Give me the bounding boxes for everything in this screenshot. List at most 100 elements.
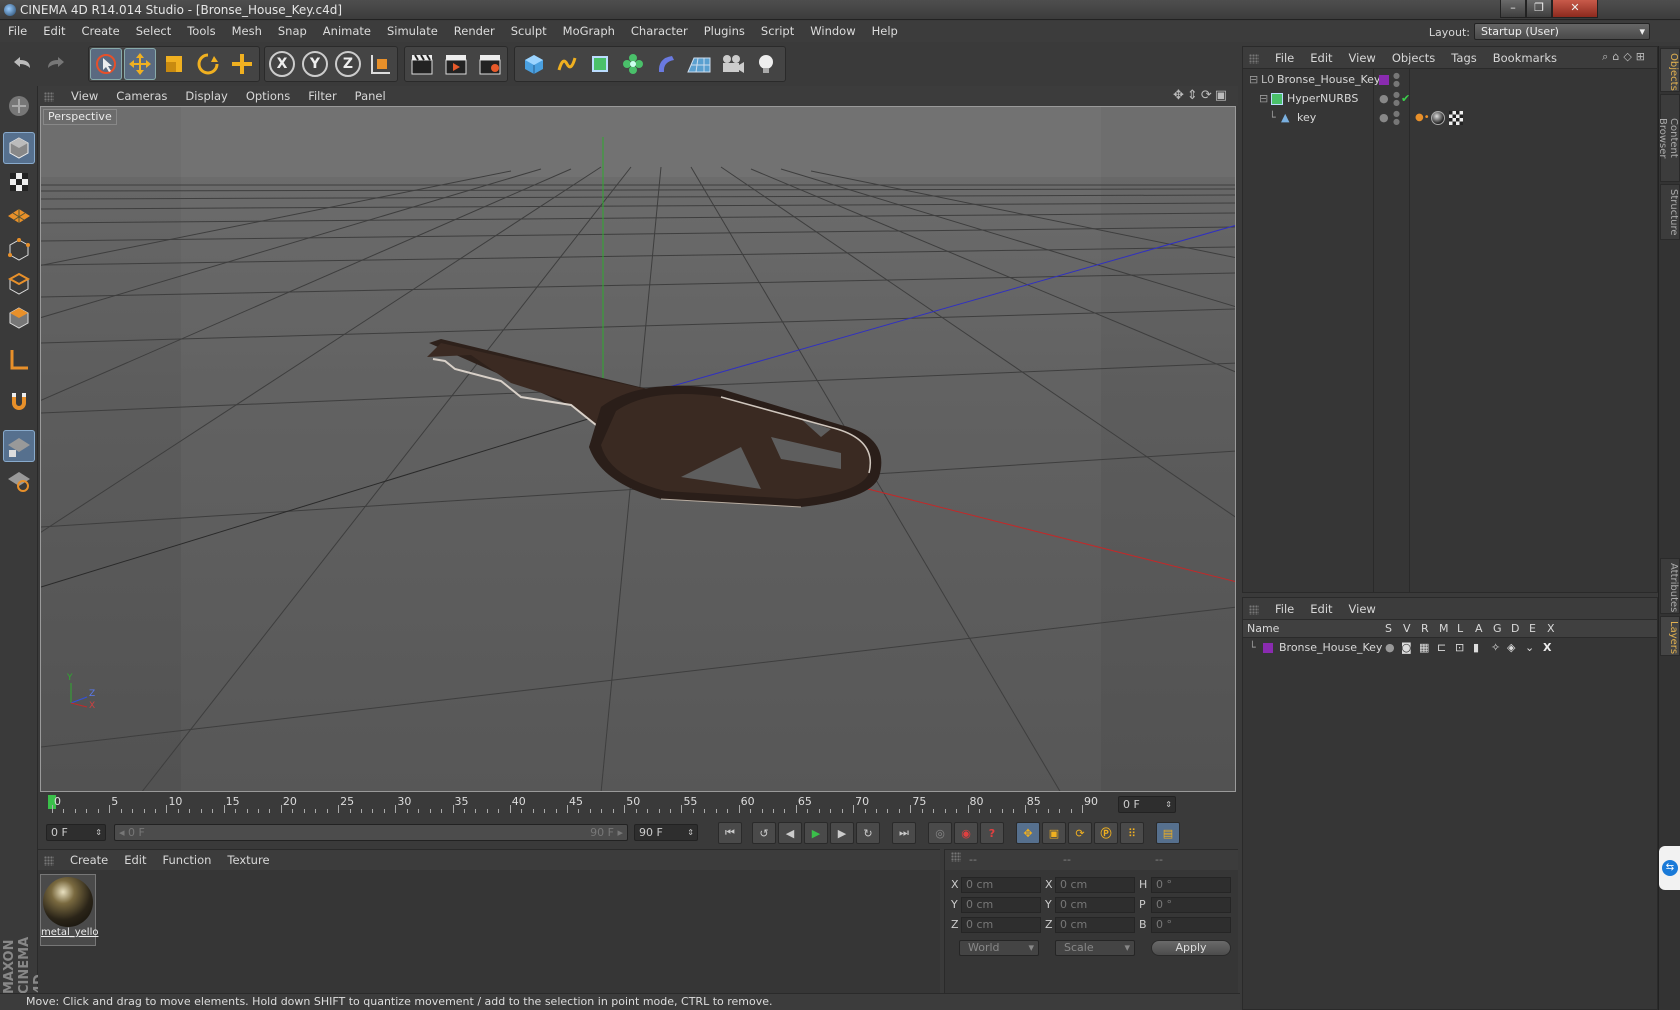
go-to-start-button[interactable]: ⏮	[718, 822, 742, 844]
search-icon[interactable]: ⌕	[1602, 50, 1612, 63]
key-scale-button[interactable]: ▣	[1042, 822, 1066, 844]
menu-animate[interactable]: Animate	[315, 21, 379, 42]
workplane-mode-button[interactable]	[3, 200, 35, 232]
tab-structure[interactable]: Structure	[1660, 184, 1680, 240]
generator-icon[interactable]: ✧	[1491, 638, 1500, 658]
object-menu-bookmarks[interactable]: Bookmarks	[1485, 47, 1565, 69]
object-menu-objects[interactable]: Objects	[1384, 47, 1443, 69]
menu-window[interactable]: Window	[802, 21, 863, 42]
material-menu-create[interactable]: Create	[62, 850, 116, 870]
col-animation[interactable]: A	[1475, 620, 1483, 638]
menu-render[interactable]: Render	[446, 21, 503, 42]
edges-mode-button[interactable]	[3, 268, 35, 300]
enabled-check-icon[interactable]: ✔	[1401, 89, 1410, 109]
transform-mode-dropdown[interactable]: Scale ▾	[1055, 940, 1135, 956]
make-editable-button[interactable]	[3, 90, 35, 122]
go-to-next-key-button[interactable]: ↻	[856, 822, 880, 844]
render-clapper-icon[interactable]: ▦	[1419, 638, 1429, 658]
points-mode-button[interactable]	[3, 234, 35, 266]
tree-collapse-icon[interactable]: ⊟	[1259, 89, 1268, 109]
material-tag-icon[interactable]	[1431, 111, 1445, 125]
object-menu-view[interactable]: View	[1341, 47, 1384, 69]
rot-h-field[interactable]: 0 °	[1151, 877, 1231, 893]
menu-mesh[interactable]: Mesh	[224, 21, 270, 42]
add-array-button[interactable]	[617, 48, 649, 80]
pos-z-field[interactable]: 0 cm	[961, 917, 1041, 933]
scale-tool-button[interactable]	[158, 48, 190, 80]
render-picture-viewer-button[interactable]	[440, 48, 472, 80]
menu-help[interactable]: Help	[864, 21, 906, 42]
render-settings-button[interactable]	[474, 48, 506, 80]
object-manager-tools[interactable]: ⌕⌂◇⊞	[1602, 50, 1649, 64]
viewport-menu-panel[interactable]: Panel	[346, 86, 395, 106]
solo-dot-icon[interactable]: ●	[1385, 638, 1395, 658]
object-row-hypernurbs[interactable]: ⊟ HyperNURBS ● ● ● ✔	[1243, 89, 1657, 109]
maximize-button[interactable]: ❐	[1526, 0, 1552, 18]
viewport-menu-options[interactable]: Options	[237, 86, 299, 106]
play-button[interactable]: ▶	[804, 822, 828, 844]
menu-tools[interactable]: Tools	[179, 21, 223, 42]
lock-icon[interactable]: ⊡	[1455, 638, 1464, 658]
expression-icon[interactable]: ⌄	[1525, 638, 1534, 658]
perspective-viewport[interactable]: Perspective Y Z X	[40, 106, 1236, 792]
x-axis-lock-button[interactable]: X	[266, 48, 298, 80]
col-deformers[interactable]: D	[1511, 620, 1519, 638]
layer-menu-view[interactable]: View	[1341, 598, 1384, 620]
viewport-menu-display[interactable]: Display	[176, 86, 236, 106]
object-menu-file[interactable]: File	[1267, 47, 1302, 69]
z-axis-lock-button[interactable]: Z	[332, 48, 364, 80]
viewport-navigation-icons[interactable]: ✥⇕⟳▣	[1173, 88, 1230, 103]
key-rotation-button[interactable]: ⟳	[1068, 822, 1092, 844]
polygons-mode-button[interactable]	[3, 302, 35, 334]
menu-mograph[interactable]: MoGraph	[555, 21, 623, 42]
undo-button[interactable]	[6, 48, 38, 80]
pos-x-field[interactable]: 0 cm	[961, 877, 1041, 893]
material-menu-function[interactable]: Function	[155, 850, 220, 870]
layer-menu-edit[interactable]: Edit	[1302, 598, 1340, 620]
menu-snap[interactable]: Snap	[270, 21, 315, 42]
max-time-field[interactable]: 90 F ⇕	[634, 824, 698, 841]
visibility-dots-icon[interactable]: ● ●	[1393, 91, 1400, 107]
col-expressions[interactable]: E	[1529, 620, 1536, 638]
size-x-field[interactable]: 0 cm	[1055, 877, 1135, 893]
manager-tree-icon[interactable]: ⊏	[1437, 638, 1446, 658]
model-mode-button[interactable]	[3, 132, 35, 164]
current-frame-field[interactable]: 0 F ⇕	[1118, 796, 1176, 813]
animation-film-icon[interactable]: ▮	[1473, 638, 1479, 658]
y-axis-lock-button[interactable]: Y	[299, 48, 331, 80]
menu-edit[interactable]: Edit	[35, 21, 73, 42]
locked-workplane-button[interactable]	[3, 430, 35, 462]
col-locked[interactable]: L	[1457, 620, 1463, 638]
uvw-tag-icon[interactable]	[1449, 111, 1463, 125]
panel-grip-icon[interactable]	[44, 92, 54, 102]
snapping-button[interactable]	[3, 386, 35, 418]
apply-button[interactable]: Apply	[1151, 940, 1231, 956]
layer-color-swatch[interactable]	[1263, 643, 1273, 653]
menu-create[interactable]: Create	[74, 21, 128, 42]
layer-color-swatch[interactable]	[1379, 75, 1389, 85]
last-tool-button[interactable]	[226, 48, 258, 80]
next-frame-button[interactable]: ▶	[830, 822, 854, 844]
minimize-button[interactable]: –	[1500, 0, 1526, 18]
col-xref[interactable]: X	[1547, 620, 1555, 638]
key-position-button[interactable]: ✥	[1016, 822, 1040, 844]
auto-keying-button[interactable]: ◉	[954, 822, 978, 844]
object-row-bronse-house-key[interactable]: ⊟ L0 Bronse_House_Key ● ●	[1243, 70, 1657, 90]
deformer-icon[interactable]: ◈	[1507, 638, 1515, 658]
col-generators[interactable]: G	[1493, 620, 1502, 638]
menu-character[interactable]: Character	[623, 21, 696, 42]
add-nurbs-button[interactable]	[584, 48, 616, 80]
viewport-menu-view[interactable]: View	[62, 86, 107, 106]
keyframe-selection-button[interactable]: ?	[980, 822, 1004, 844]
object-menu-tags[interactable]: Tags	[1443, 47, 1484, 69]
move-tool-button[interactable]	[124, 48, 156, 80]
material-swatch[interactable]: metal_yello	[40, 874, 98, 946]
col-render[interactable]: R	[1421, 620, 1429, 638]
size-z-field[interactable]: 0 cm	[1055, 917, 1135, 933]
add-spline-button[interactable]	[551, 48, 583, 80]
phong-tag-icon[interactable]: ●•	[1415, 108, 1430, 128]
rot-p-field[interactable]: 0 °	[1151, 897, 1231, 913]
enable-axis-button[interactable]	[3, 344, 35, 376]
planar-workplane-button[interactable]	[3, 464, 35, 496]
rotate-tool-button[interactable]	[192, 48, 224, 80]
